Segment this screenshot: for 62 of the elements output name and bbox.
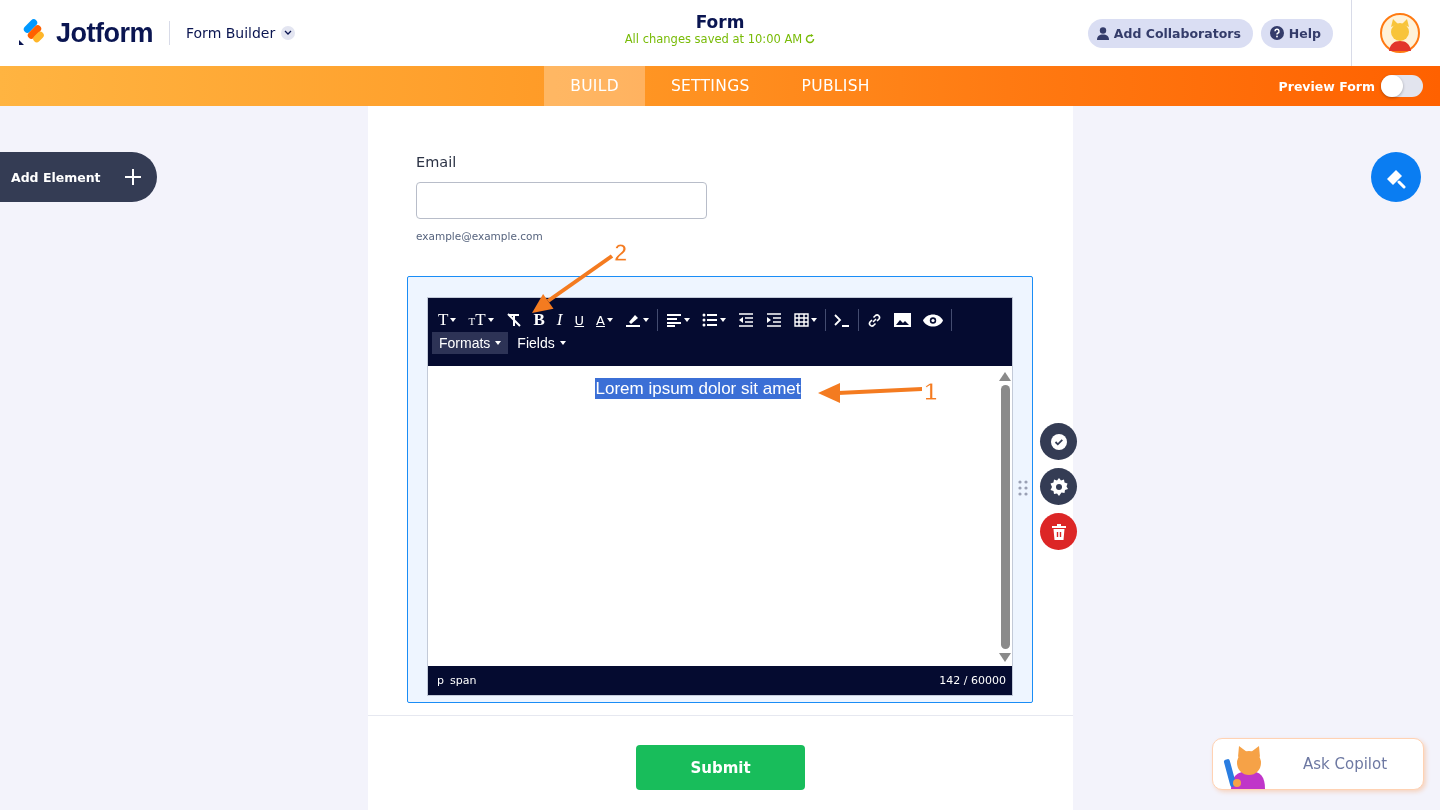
underline-button[interactable]: U — [568, 308, 591, 332]
caret-icon — [810, 318, 817, 322]
save-status: All changes saved at 10:00 AM — [624, 32, 803, 46]
scroll-up-icon[interactable] — [999, 372, 1011, 381]
align-left-icon[interactable] — [665, 313, 682, 327]
form-designer-button[interactable] — [1371, 152, 1421, 202]
ask-copilot-button[interactable]: Ask Copilot — [1212, 738, 1424, 790]
toolbar-menu[interactable]: Formats — [432, 332, 509, 354]
scroll-down-icon[interactable] — [999, 653, 1011, 662]
chevron-down-icon — [284, 30, 293, 36]
required-button[interactable] — [1040, 423, 1077, 460]
caret-icon — [606, 318, 613, 322]
refresh-icon — [805, 34, 816, 44]
logo-icon — [18, 19, 46, 47]
image-icon[interactable] — [893, 313, 911, 327]
callout-number: 2 — [614, 239, 628, 266]
marker-icon[interactable] — [624, 312, 641, 328]
delete-button[interactable] — [1040, 513, 1077, 550]
element-path-item[interactable]: p — [437, 674, 444, 687]
toolbar-menu[interactable]: Fields — [510, 332, 573, 354]
add-collaborators-button[interactable]: Add Collaborators — [1087, 18, 1253, 48]
brand-name: Jotform — [56, 17, 153, 49]
add-element-button[interactable]: Add Element — [0, 152, 157, 202]
preview-form-label: Preview Form — [1278, 78, 1375, 94]
font-button[interactable]: T — [432, 308, 463, 332]
avatar[interactable] — [1380, 13, 1420, 53]
bold-button[interactable]: B — [527, 308, 551, 332]
caret-icon — [683, 318, 690, 322]
text-color-button[interactable]: A — [590, 308, 619, 332]
clear-format-icon[interactable] — [505, 312, 522, 328]
element-path-item[interactable]: span — [450, 674, 477, 687]
settings-button[interactable] — [1040, 468, 1077, 505]
caret-icon — [487, 318, 494, 322]
terminal-icon[interactable] — [833, 313, 850, 327]
italic-button[interactable]: I — [550, 308, 569, 332]
preview-toggle[interactable] — [1381, 75, 1423, 97]
link-icon[interactable] — [866, 312, 882, 328]
caret-icon — [719, 318, 726, 322]
callout-number: 1 — [924, 378, 938, 405]
caret-icon — [642, 318, 649, 322]
bullet-list-icon[interactable] — [701, 313, 718, 327]
selected-text: Lorem ipsum dolor sit amet — [595, 378, 801, 399]
eye-icon[interactable] — [922, 313, 943, 327]
field-sublabel: example@example.com — [416, 230, 544, 242]
person-icon — [1096, 26, 1109, 40]
outdent-icon[interactable] — [737, 313, 754, 327]
settings-icon — [1049, 477, 1068, 496]
indent-icon[interactable] — [765, 313, 782, 327]
drag-handle-icon[interactable] — [1018, 480, 1028, 496]
product-dropdown[interactable]: Form Builder — [186, 25, 296, 41]
character-counter: 142 / 60000 — [939, 674, 1006, 687]
field-label: Email — [416, 154, 458, 170]
help-icon — [1269, 26, 1284, 40]
help-button[interactable]: Help — [1260, 18, 1333, 48]
check-circle-icon — [1050, 433, 1067, 450]
email-input[interactable] — [416, 182, 707, 219]
form-title: Form — [695, 12, 745, 32]
plus-icon — [124, 169, 141, 185]
caret-icon — [450, 318, 457, 322]
font-size-button[interactable]: TT — [462, 308, 500, 332]
trash-icon — [1051, 523, 1066, 540]
table-icon[interactable] — [793, 313, 809, 327]
